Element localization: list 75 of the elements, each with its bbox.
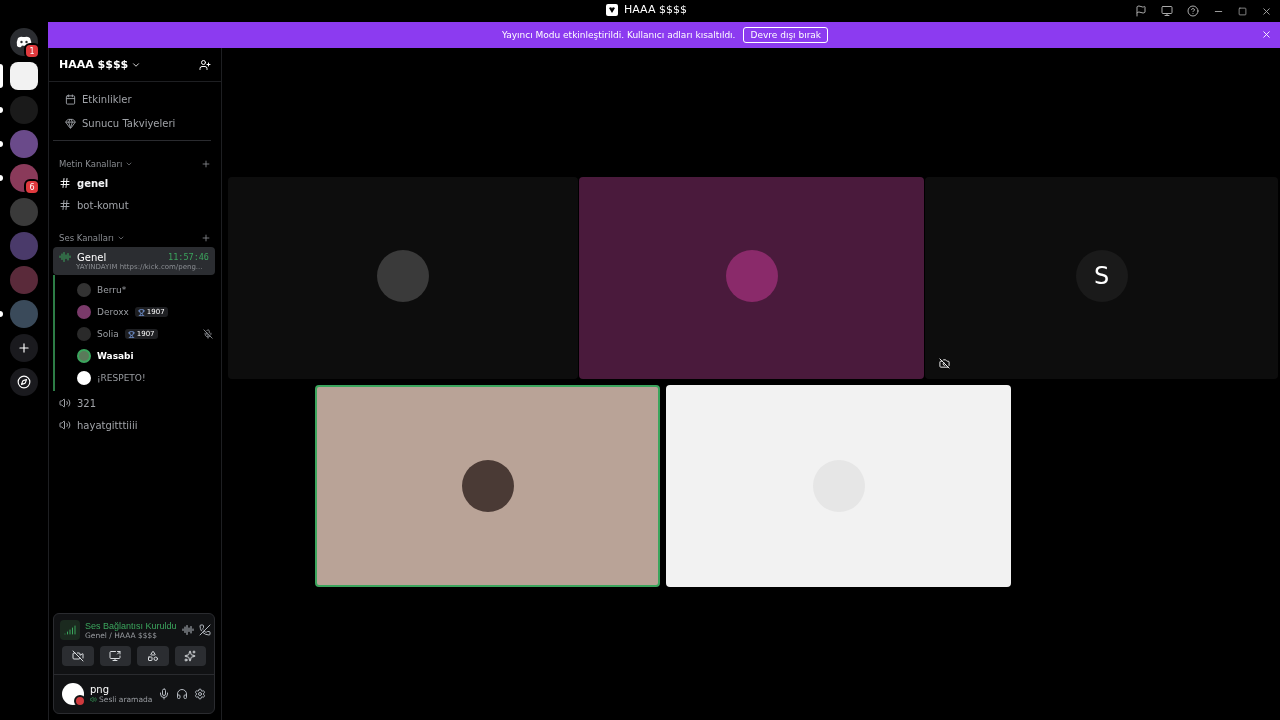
- video-tile[interactable]: S: [925, 177, 1278, 379]
- shapes-icon: [146, 650, 159, 662]
- noise-icon[interactable]: [181, 624, 194, 636]
- invite-icon[interactable]: [199, 58, 211, 71]
- user-name[interactable]: ¡RESPETO!: [97, 373, 146, 383]
- muted-icon: [203, 329, 213, 339]
- channel-name[interactable]: bot-komut: [77, 199, 129, 211]
- user-avatar: [725, 250, 778, 302]
- user-name[interactable]: Berru*: [97, 285, 127, 295]
- boost-icon: [65, 117, 76, 129]
- voice-activity-icon: [59, 251, 71, 263]
- server-name[interactable]: HAAA $$$$: [59, 58, 129, 71]
- compass-icon: [17, 375, 31, 389]
- screen-share-icon: [109, 650, 122, 662]
- category-label[interactable]: Metin Kanalları: [59, 159, 123, 169]
- server-icon[interactable]: [10, 62, 38, 90]
- channel-name[interactable]: hayatgitttiiii: [77, 419, 138, 431]
- user-name[interactable]: Deroxx: [97, 307, 129, 317]
- add-channel-icon[interactable]: [201, 159, 211, 169]
- hash-icon: [59, 177, 71, 189]
- channel-timer: 11:57:46: [168, 252, 209, 262]
- video-tile[interactable]: [579, 177, 924, 379]
- camera-off-icon: [939, 358, 950, 369]
- signal-icon: [64, 624, 76, 636]
- user-avatar: [461, 460, 514, 512]
- speaker-icon: [59, 397, 71, 409]
- settings-icon[interactable]: [194, 688, 207, 700]
- speaker-icon: [90, 696, 97, 703]
- connection-status: Ses Bağlantısı Kuruldu: [85, 620, 177, 631]
- server-logo-icon: [606, 3, 618, 16]
- notification-badge: 6: [24, 179, 40, 195]
- notification-badge: 1: [24, 43, 40, 59]
- add-server-button[interactable]: [10, 334, 38, 362]
- avatar-letter: S: [1093, 262, 1110, 290]
- close-icon[interactable]: [1261, 29, 1272, 40]
- banner-text: Yayıncı Modu etkinleştirildi. Kullanıcı adları kısaltıldı.: [501, 30, 736, 40]
- user-avatar[interactable]: [62, 683, 84, 705]
- screen-icon[interactable]: [1161, 5, 1173, 17]
- hash-icon: [59, 199, 71, 211]
- user-avatar: [377, 250, 429, 302]
- menu-item[interactable]: Sunucu Takviyeleri: [82, 117, 176, 129]
- activities-button[interactable]: [137, 646, 169, 666]
- add-channel-icon[interactable]: [201, 233, 211, 243]
- video-tile[interactable]: [228, 177, 578, 379]
- camera-button[interactable]: [62, 646, 94, 666]
- discover-button[interactable]: [10, 368, 38, 396]
- close-icon[interactable]: [1261, 5, 1272, 17]
- sparkles-icon: [184, 650, 197, 662]
- channel-name[interactable]: genel: [77, 177, 109, 189]
- menu-item[interactable]: Etkinlikler: [82, 93, 132, 105]
- category-label[interactable]: Ses Kanalları: [59, 233, 114, 243]
- microphone-icon[interactable]: [158, 688, 171, 700]
- add-icon: [17, 341, 31, 355]
- user-name[interactable]: Wasabi: [97, 351, 134, 361]
- maximize-icon[interactable]: [1238, 6, 1247, 16]
- user-name[interactable]: Solia: [97, 329, 119, 339]
- headphones-icon[interactable]: [176, 688, 189, 700]
- help-icon[interactable]: [1187, 5, 1199, 17]
- camera-off-icon: [71, 650, 84, 662]
- disable-button[interactable]: Devre dışı bırak: [743, 27, 829, 43]
- speaker-icon: [59, 419, 71, 431]
- video-tile[interactable]: [315, 385, 660, 587]
- soundboard-button[interactable]: [174, 646, 206, 666]
- screen-share-button[interactable]: [99, 646, 131, 666]
- trophy-icon: [127, 330, 135, 338]
- calendar-icon: [65, 93, 76, 105]
- channel-name[interactable]: Genel: [77, 251, 107, 263]
- window-title: HAAA $$$$: [624, 3, 687, 16]
- flag-icon[interactable]: [1135, 5, 1147, 17]
- user-name: png: [90, 684, 110, 695]
- disconnect-icon[interactable]: [198, 624, 211, 636]
- status-dot: [74, 695, 86, 707]
- trophy-icon: [137, 308, 145, 316]
- video-tile[interactable]: [666, 385, 1011, 587]
- channel-name[interactable]: 321: [77, 397, 97, 409]
